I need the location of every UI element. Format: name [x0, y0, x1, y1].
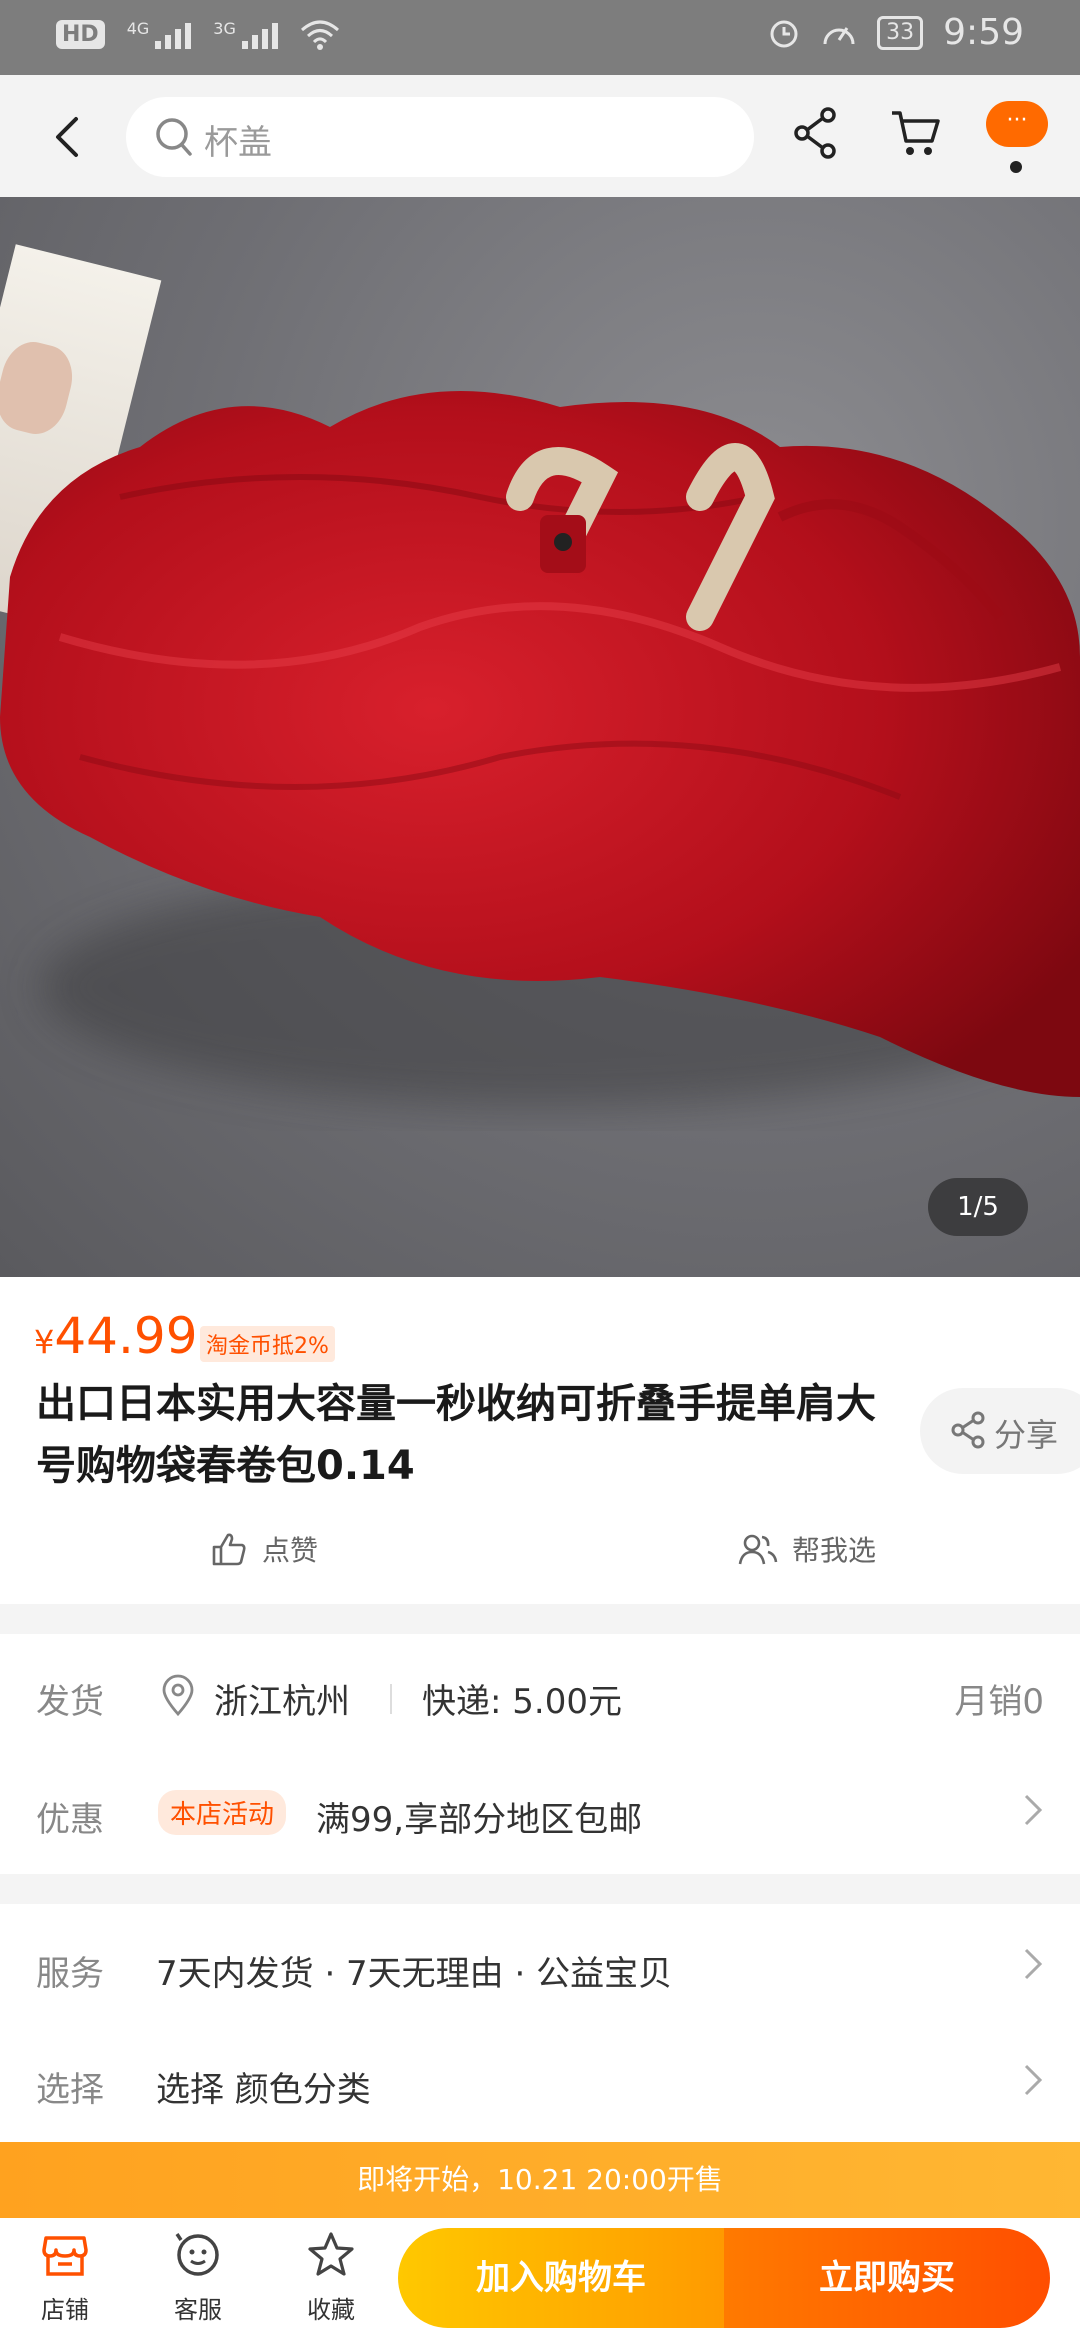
more-menu-button[interactable]: ···: [986, 101, 1048, 147]
shipping-fee: 快递: 5.00元: [422, 1682, 622, 1722]
share-icon[interactable]: [790, 103, 840, 163]
back-icon[interactable]: [40, 105, 96, 169]
red-bag-photo: [0, 391, 1080, 1107]
bottom-action-bar: 店铺 客服 收藏 加入购物车 立即购买: [0, 2218, 1080, 2340]
like-label: 点赞: [262, 1534, 319, 1567]
like-button[interactable]: 点赞: [210, 1529, 318, 1569]
favorite-tab[interactable]: 收藏: [286, 2230, 376, 2325]
speed-icon: [823, 26, 855, 44]
share-icon: [951, 1411, 985, 1449]
selection-text: 选择 颜色分类: [156, 2070, 371, 2110]
selection-label: 选择: [36, 2070, 104, 2110]
product-title: 出口日本实用大容量一秒收纳可折叠手提单肩大号购物袋春卷包0.14: [36, 1381, 876, 1489]
buy-now-button[interactable]: 立即购买: [724, 2228, 1050, 2328]
cart-icon[interactable]: [888, 103, 944, 163]
coin-discount-badge: 淘金币抵2%: [200, 1326, 335, 1362]
network-type-2: 3G: [213, 19, 236, 38]
clock: 9:59: [943, 12, 1024, 53]
search-input[interactable]: 杯盖: [204, 115, 272, 164]
chevron-right-icon: [1024, 2064, 1043, 2096]
shipping-label: 发货: [36, 1682, 104, 1722]
image-counter: 1/5: [928, 1178, 1028, 1236]
chevron-right-icon: [1024, 1948, 1043, 1980]
favorite-label: 收藏: [307, 2296, 355, 2324]
currency-symbol: ¥: [34, 1323, 55, 1361]
battery-indicator: 33: [877, 15, 924, 50]
search-icon: [156, 118, 192, 156]
top-navigation: 杯盖 ···: [0, 75, 1080, 197]
signal-icon-1: 4G: [127, 19, 192, 49]
promotion-text: 满99,享部分地区包邮: [316, 1800, 643, 1840]
alarm-icon: [770, 20, 798, 47]
chevron-right-icon: [1024, 1794, 1043, 1826]
share-button[interactable]: 分享: [920, 1388, 1080, 1474]
chat-icon: [175, 2233, 219, 2276]
sale-start-banner: 即将开始，10.21 20:00开售: [0, 2142, 1080, 2218]
shipping-promo-card: 发货 浙江杭州 快递: 5.00元 月销0 优惠 本店活动 满99,享部分地区包…: [0, 1634, 1080, 1874]
store-tab[interactable]: 店铺: [20, 2230, 110, 2325]
price: ¥44.99: [34, 1307, 198, 1365]
share-label: 分享: [994, 1416, 1059, 1454]
ship-from-location: 浙江杭州: [214, 1682, 350, 1722]
signal-icon-2: 3G: [213, 19, 278, 49]
add-to-cart-button[interactable]: 加入购物车: [398, 2228, 724, 2328]
price-value: 44.99: [54, 1307, 198, 1365]
star-icon: [308, 2232, 354, 2276]
service-selection-card: 服务 7天内发货 · 7天无理由 · 公益宝贝 选择 选择 颜色分类: [0, 1904, 1080, 2142]
help-me-pick-button[interactable]: 帮我选: [738, 1529, 876, 1569]
status-bar: HD 4G 3G 33 9:59: [0, 0, 1080, 75]
product-image[interactable]: 1/5: [0, 197, 1080, 1277]
notification-dot: [1010, 161, 1022, 173]
promotion-label: 优惠: [36, 1800, 104, 1840]
store-activity-tag: 本店活动: [158, 1790, 287, 1835]
wifi-icon: [300, 20, 339, 50]
hd-indicator: HD: [56, 19, 105, 49]
location-pin-icon: [162, 1674, 194, 1716]
service-label: 服务: [36, 1954, 104, 1994]
help-pick-label: 帮我选: [792, 1534, 877, 1567]
customer-service-label: 客服: [174, 2296, 222, 2324]
people-icon: [738, 1534, 778, 1565]
search-bar[interactable]: 杯盖: [126, 97, 754, 177]
store-icon: [42, 2236, 88, 2276]
divider: [390, 1684, 392, 1714]
monthly-sales: 月销0: [954, 1682, 1044, 1722]
network-type-1: 4G: [126, 19, 150, 38]
store-label: 店铺: [41, 2296, 89, 2324]
product-info: ¥44.99 淘金币抵2% 出口日本实用大容量一秒收纳可折叠手提单肩大号购物袋春…: [0, 1277, 1080, 1604]
service-text: 7天内发货 · 7天无理由 · 公益宝贝: [156, 1954, 673, 1994]
customer-service-tab[interactable]: 客服: [153, 2230, 243, 2325]
thumbs-up-icon: [212, 1533, 246, 1566]
